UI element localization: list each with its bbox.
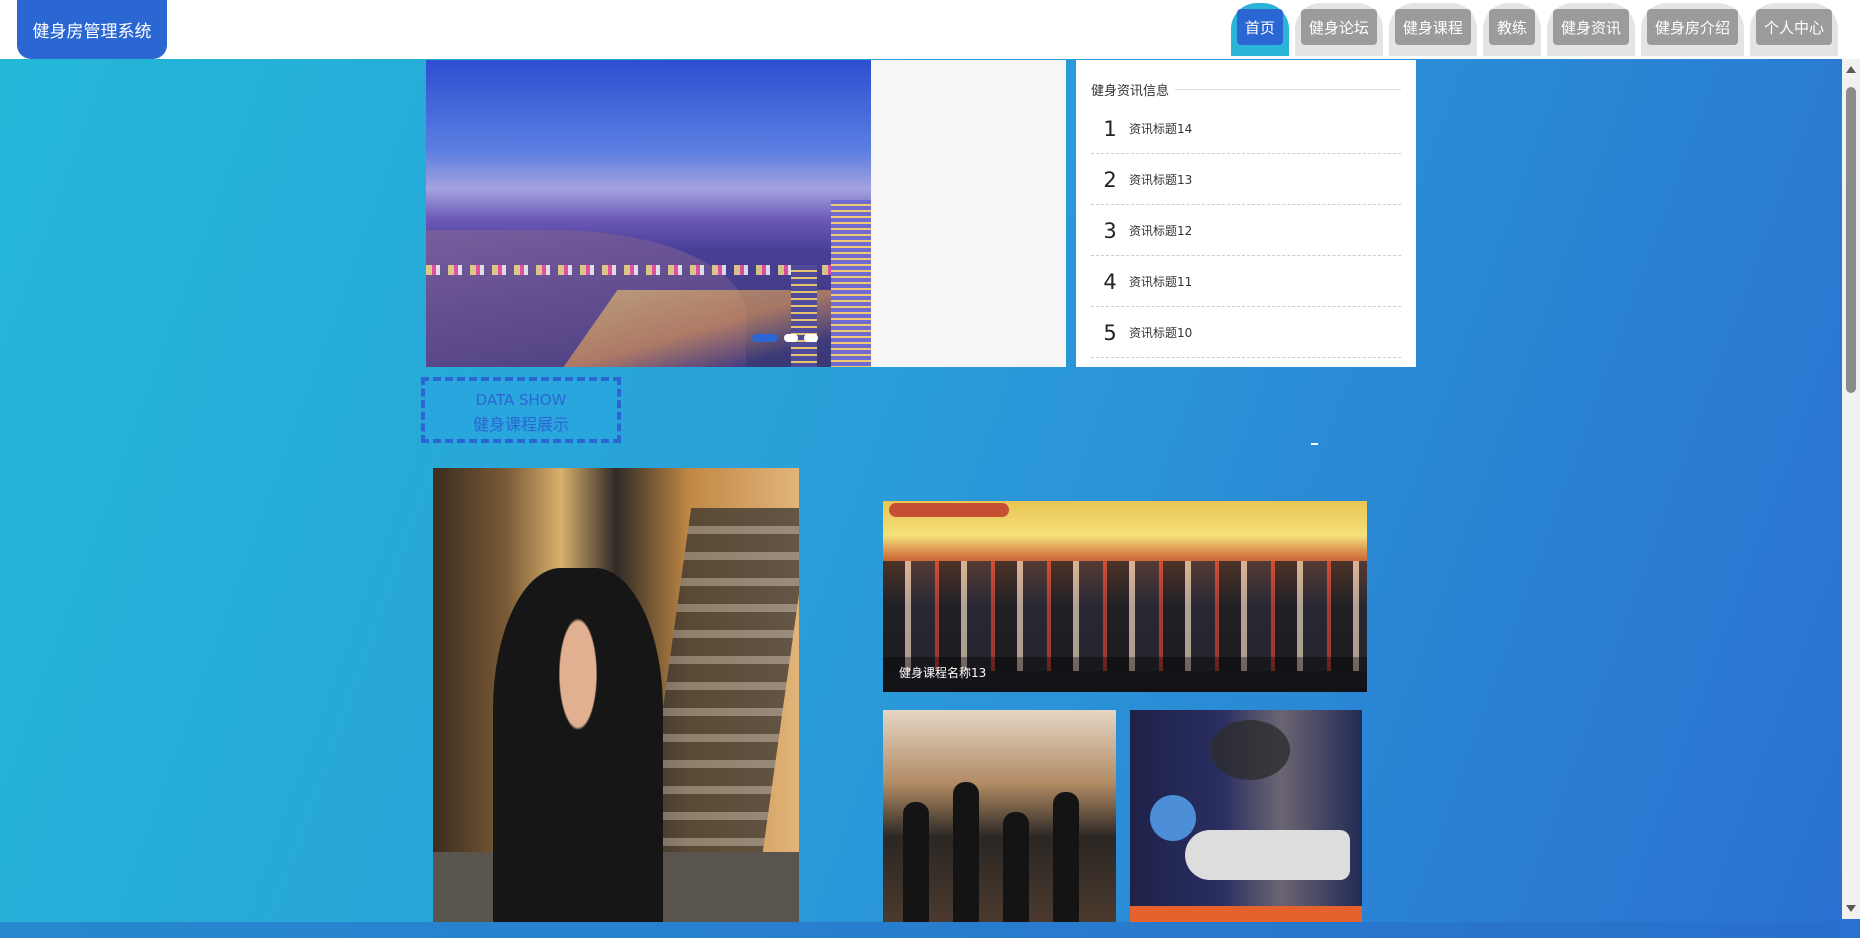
class-figure (903, 802, 929, 922)
carousel-dot-3[interactable] (804, 334, 818, 342)
news-item[interactable]: 3 资讯标题12 (1091, 206, 1401, 256)
nav-news[interactable]: 健身资讯 (1546, 3, 1635, 56)
news-header: 健身资讯信息 (1091, 78, 1401, 100)
exercise-ball-shape (1150, 795, 1196, 841)
news-item[interactable]: 1 资讯标题14 (1091, 104, 1401, 154)
news-item[interactable]: 2 资讯标题13 (1091, 155, 1401, 205)
news-item-title[interactable]: 资讯标题11 (1129, 273, 1192, 290)
nav-gym-intro[interactable]: 健身房介绍 (1640, 3, 1744, 56)
banner-tower (831, 200, 871, 367)
news-item-title[interactable]: 资讯标题13 (1129, 171, 1192, 188)
main-nav: 首页 健身论坛 健身课程 教练 健身资讯 健身房介绍 个人中心 (1230, 3, 1838, 56)
course-name-caption[interactable]: 健身课程名称13 (899, 664, 986, 681)
scroll-thumb[interactable] (1846, 87, 1856, 393)
news-header-divider (1175, 88, 1401, 90)
class-crowd-shape (883, 561, 1367, 671)
news-item-number: 1 (1103, 116, 1117, 141)
small-dash-mark (1311, 443, 1318, 445)
nav-home[interactable]: 首页 (1230, 3, 1289, 56)
news-item-title[interactable]: 资讯标题12 (1129, 222, 1192, 239)
nav-forum-label[interactable]: 健身论坛 (1300, 9, 1377, 45)
nav-courses-label[interactable]: 健身课程 (1394, 9, 1471, 45)
banner-building (791, 265, 817, 367)
site-logo[interactable]: 健身房管理系统 (17, 0, 167, 59)
gym-wall-sign (1210, 720, 1290, 780)
nav-coaches-label[interactable]: 教练 (1488, 9, 1535, 45)
nav-user-center[interactable]: 个人中心 (1749, 3, 1838, 56)
carousel-dot-2[interactable] (784, 334, 798, 342)
section-title-box: DATA SHOW 健身课程展示 (421, 377, 621, 443)
section-title-en: DATA SHOW (475, 391, 567, 409)
nav-coaches[interactable]: 教练 (1482, 3, 1541, 56)
vertical-scrollbar[interactable] (1842, 59, 1860, 919)
course-card-featured[interactable]: 健身课程名称13 (883, 501, 1367, 692)
nav-forum[interactable]: 健身论坛 (1294, 3, 1383, 56)
stretching-figure (1185, 830, 1350, 880)
nav-news-label[interactable]: 健身资讯 (1552, 9, 1629, 45)
exercise-mat-shape (1130, 906, 1362, 922)
course-image-kickboxing[interactable] (883, 710, 1116, 922)
news-item-number: 3 (1103, 218, 1117, 243)
news-item-title[interactable]: 资讯标题10 (1129, 324, 1192, 341)
news-item[interactable]: 5 资讯标题10 (1091, 308, 1401, 358)
section-title-cn: 健身课程展示 (472, 415, 569, 434)
news-panel-title: 健身资讯信息 (1091, 83, 1170, 99)
news-list: 1 资讯标题14 2 资讯标题13 3 资讯标题12 4 资讯标题11 5 资讯… (1091, 104, 1401, 359)
banner-image[interactable] (426, 60, 871, 367)
nav-home-label[interactable]: 首页 (1236, 9, 1283, 45)
class-figure (1053, 792, 1079, 922)
news-item-title[interactable]: 资讯标题14 (1129, 120, 1192, 137)
nav-user-center-label[interactable]: 个人中心 (1755, 9, 1832, 45)
top-bar: 健身房管理系统 首页 健身论坛 健身课程 教练 健身资讯 健身房介绍 个人中心 (0, 0, 1860, 59)
scroll-up-icon[interactable] (1846, 66, 1856, 73)
news-item-number: 4 (1103, 269, 1117, 294)
scroll-down-icon[interactable] (1846, 905, 1856, 912)
nav-gym-intro-label[interactable]: 健身房介绍 (1646, 9, 1738, 45)
carousel-dot-1[interactable] (752, 334, 778, 342)
course-image-stretching[interactable] (1130, 710, 1362, 922)
banner-carousel (426, 60, 1066, 367)
carousel-indicators (752, 334, 818, 342)
trainer-figure (493, 568, 663, 922)
course-image-trainer[interactable] (433, 468, 799, 922)
news-item-number: 5 (1103, 320, 1117, 345)
class-figure (953, 782, 979, 922)
news-item-number: 2 (1103, 167, 1117, 192)
nav-courses[interactable]: 健身课程 (1388, 3, 1477, 56)
class-figure (1003, 812, 1029, 922)
news-panel: 健身资讯信息 1 资讯标题14 2 资讯标题13 3 资讯标题12 4 资讯标题… (1076, 60, 1416, 367)
news-item[interactable]: 4 资讯标题11 (1091, 257, 1401, 307)
page-bottom-strip (0, 922, 1842, 938)
gym-brand-banner (889, 503, 1009, 517)
